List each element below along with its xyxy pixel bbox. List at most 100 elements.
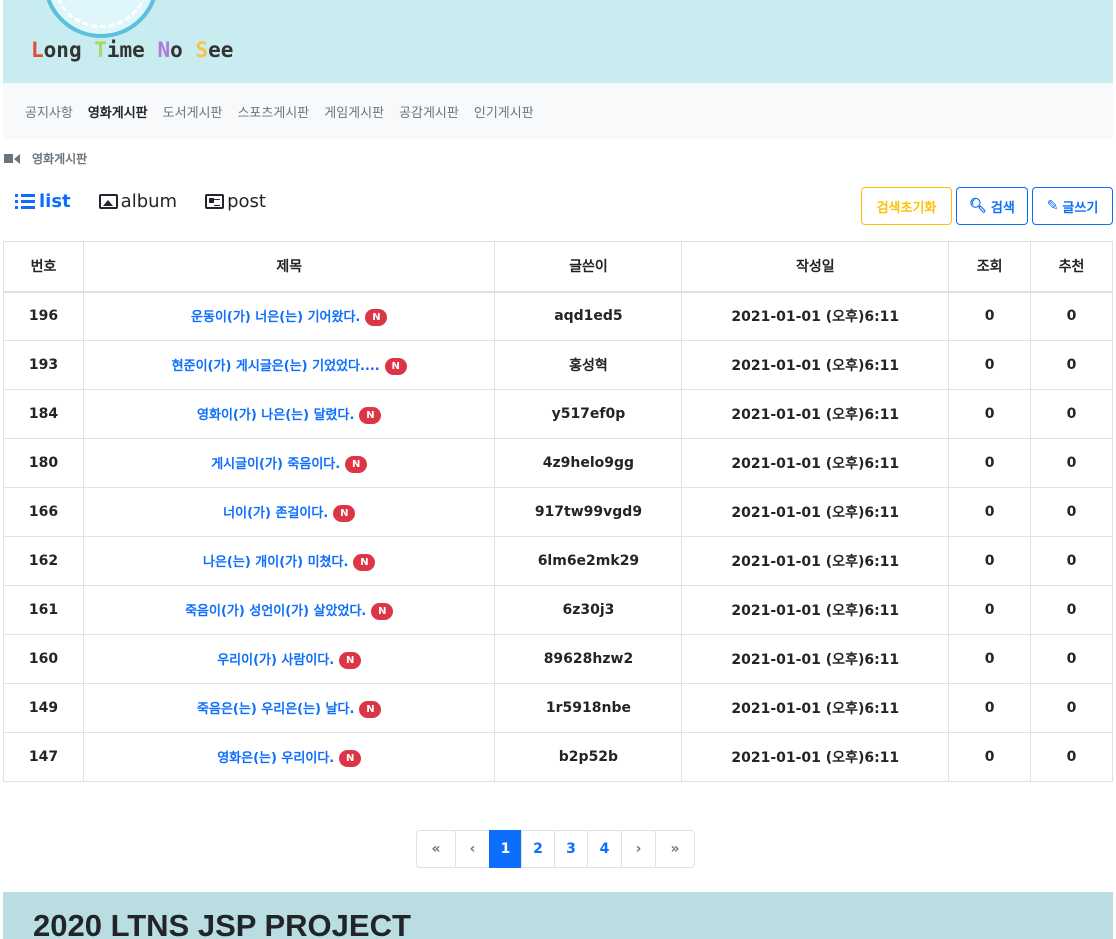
nav-item-sports[interactable]: 스포츠게시판 — [237, 102, 309, 121]
cell-likes: 0 — [1030, 732, 1113, 782]
nav-item-empathy[interactable]: 공감게시판 — [399, 102, 459, 121]
cell-date: 2021-01-01 (오후)6:11 — [681, 389, 950, 439]
cell-likes: 0 — [1030, 389, 1113, 439]
page-2-button[interactable]: 2 — [521, 830, 555, 868]
cell-title[interactable]: 영화은(는) 우리이다. N — [82, 732, 496, 782]
cell-number: 196 — [3, 291, 84, 341]
table-row[interactable]: 162 나은(는) 개이(가) 미쳤다. N 6lm6e2mk29 2021-01-01… — [3, 536, 1113, 586]
cell-author: aqd1ed5 — [494, 291, 683, 341]
post-title-link[interactable]: 운동이(가) 너은(는) 기어왔다. — [191, 310, 360, 325]
column-header-date: 작성일 — [681, 241, 950, 293]
cell-number: 162 — [3, 536, 84, 586]
cell-views: 0 — [948, 732, 1032, 782]
title-letter-t: T — [94, 38, 107, 62]
post-title-link[interactable]: 죽음은(는) 우리은(는) 날다. — [197, 702, 354, 717]
nav-item-popular[interactable]: 인기게시판 — [474, 102, 534, 121]
prev-page-button[interactable]: ‹ — [455, 830, 490, 868]
post-title-link[interactable]: 너이(가) 존걸이다. — [223, 506, 328, 521]
cell-number: 160 — [3, 634, 84, 684]
cell-title[interactable]: 현준이(가) 게시글은(는) 기었었다.... N — [82, 340, 496, 390]
cell-views: 0 — [948, 438, 1032, 488]
post-title-link[interactable]: 영화이(가) 나은(는) 달렸다. — [197, 408, 354, 423]
cell-likes: 0 — [1030, 291, 1113, 341]
cell-views: 0 — [948, 389, 1032, 439]
cell-likes: 0 — [1030, 438, 1113, 488]
nav-item-movie[interactable]: 영화게시판 — [88, 102, 148, 121]
cell-title[interactable]: 죽음은(는) 우리은(는) 날다. N — [82, 683, 496, 733]
cell-date: 2021-01-01 (오후)6:11 — [681, 585, 950, 635]
cell-author: 6lm6e2mk29 — [494, 536, 683, 586]
cell-title[interactable]: 나은(는) 개이(가) 미쳤다. N — [82, 536, 496, 586]
new-badge: N — [345, 456, 368, 473]
site-title[interactable]: Long Time No See — [31, 38, 233, 62]
post-title-link[interactable]: 영화은(는) 우리이다. — [217, 751, 334, 766]
cell-number: 149 — [3, 683, 84, 733]
page-4-button[interactable]: 4 — [587, 830, 622, 868]
table-row[interactable]: 180 게시글이(가) 죽음이다. N 4z9helo9gg 2021-01-01 (오… — [3, 438, 1113, 488]
tab-album[interactable]: album — [98, 191, 178, 212]
logo-icon[interactable] — [43, 0, 159, 38]
tab-post[interactable]: post — [205, 191, 266, 212]
search-button[interactable]: 🔍︎ 검색 — [956, 187, 1028, 225]
cell-likes: 0 — [1030, 683, 1113, 733]
page-1-button[interactable]: 1 — [489, 830, 522, 868]
cell-date: 2021-01-01 (오후)6:11 — [681, 291, 950, 341]
new-badge: N — [339, 652, 362, 669]
page-3-button[interactable]: 3 — [554, 830, 588, 868]
cell-author: 6z30j3 — [494, 585, 683, 635]
tab-album-label: album — [120, 191, 178, 212]
footer-title: 2020 LTNS JSP PROJECT — [33, 908, 411, 939]
cell-title[interactable]: 너이(가) 존걸이다. N — [82, 487, 496, 537]
table-row[interactable]: 160 우리이(가) 사람이다. N 89628hzw2 2021-01-01 (오후)… — [3, 634, 1113, 684]
post-table: 번호 제목 글쓴이 작성일 조회 추천 196 운동이(가) 너은(는) 기어왔다… — [3, 241, 1113, 782]
next-page-button[interactable]: › — [621, 830, 656, 868]
cell-likes: 0 — [1030, 536, 1113, 586]
tab-list[interactable]: list — [15, 191, 71, 212]
cell-title[interactable]: 우리이(가) 사람이다. N — [82, 634, 496, 684]
table-row[interactable]: 161 죽음이(가) 성언이(가) 살았었다. N 6z30j3 2021-01-01 … — [3, 585, 1113, 635]
cell-likes: 0 — [1030, 340, 1113, 390]
nav-item-game[interactable]: 게임게시판 — [324, 102, 384, 121]
new-badge: N — [359, 701, 382, 718]
title-part: o — [170, 38, 196, 62]
title-part: ong — [43, 38, 95, 62]
table-row[interactable]: 184 영화이(가) 나은(는) 달렸다. Ny517ef0p 2021-01-01 … — [3, 389, 1113, 439]
table-row[interactable]: 166 너이(가) 존걸이다. N 917tw99vgd9 2021-01-01 (오후… — [3, 487, 1113, 537]
cell-title[interactable]: 운동이(가) 너은(는) 기어왔다. N — [82, 291, 496, 341]
pencil-icon: ✎ — [1046, 198, 1059, 214]
column-header-number: 번호 — [3, 241, 84, 293]
cell-author: 89628hzw2 — [494, 634, 683, 684]
post-title-link[interactable]: 현준이(가) 게시글은(는) 기었었다.... — [172, 359, 380, 374]
post-title-link[interactable]: 게시글이(가) 죽음이다. — [211, 457, 340, 472]
cell-title[interactable]: 영화이(가) 나은(는) 달렸다. N — [82, 389, 496, 439]
reset-search-label: 검색초기화 — [876, 200, 937, 216]
column-header-author: 글쓴이 — [494, 241, 683, 293]
cell-views: 0 — [948, 536, 1032, 586]
nav-item-book[interactable]: 도서게시판 — [163, 102, 223, 121]
cell-number: 193 — [3, 340, 84, 390]
write-button[interactable]: ✎ 글쓰기 — [1032, 187, 1113, 225]
table-row[interactable]: 193 현준이(가) 게시글은(는) 기었었다.... N 홍성혁 2021-01-01… — [3, 340, 1113, 390]
table-row[interactable]: 196 운동이(가) 너은(는) 기어왔다. Naqd1ed5 2021-01-01 … — [3, 291, 1113, 341]
cell-number: 166 — [3, 487, 84, 537]
cell-date: 2021-01-01 (오후)6:11 — [681, 340, 950, 390]
post-title-link[interactable]: 우리이(가) 사람이다. — [217, 653, 334, 668]
breadcrumb: 영화게시판 — [4, 150, 87, 167]
cell-date: 2021-01-01 (오후)6:11 — [681, 683, 950, 733]
cell-views: 0 — [948, 340, 1032, 390]
cell-author: 917tw99vgd9 — [494, 487, 683, 537]
cell-title[interactable]: 게시글이(가) 죽음이다. N — [82, 438, 496, 488]
cell-title[interactable]: 죽음이(가) 성언이(가) 살았었다. N — [82, 585, 496, 635]
last-page-button[interactable]: » — [655, 830, 695, 868]
table-row[interactable]: 147 영화은(는) 우리이다. Nb2p52b 2021-01-01 (오후)6:1… — [3, 732, 1113, 782]
post-title-link[interactable]: 죽음이(가) 성언이(가) 살았었다. — [185, 604, 366, 619]
new-badge: N — [359, 407, 382, 424]
new-badge: N — [384, 358, 407, 375]
nav-item-notice[interactable]: 공지사항 — [25, 102, 73, 121]
reset-search-button[interactable]: 검색초기화 — [861, 187, 952, 225]
post-title-link[interactable]: 나은(는) 개이(가) 미쳤다. — [203, 555, 348, 570]
new-badge: N — [333, 505, 356, 522]
table-row[interactable]: 149 죽음은(는) 우리은(는) 날다. N 1r5918nbe 2021-01-01… — [3, 683, 1113, 733]
first-page-button[interactable]: « — [416, 830, 456, 868]
cell-views: 0 — [948, 487, 1032, 537]
